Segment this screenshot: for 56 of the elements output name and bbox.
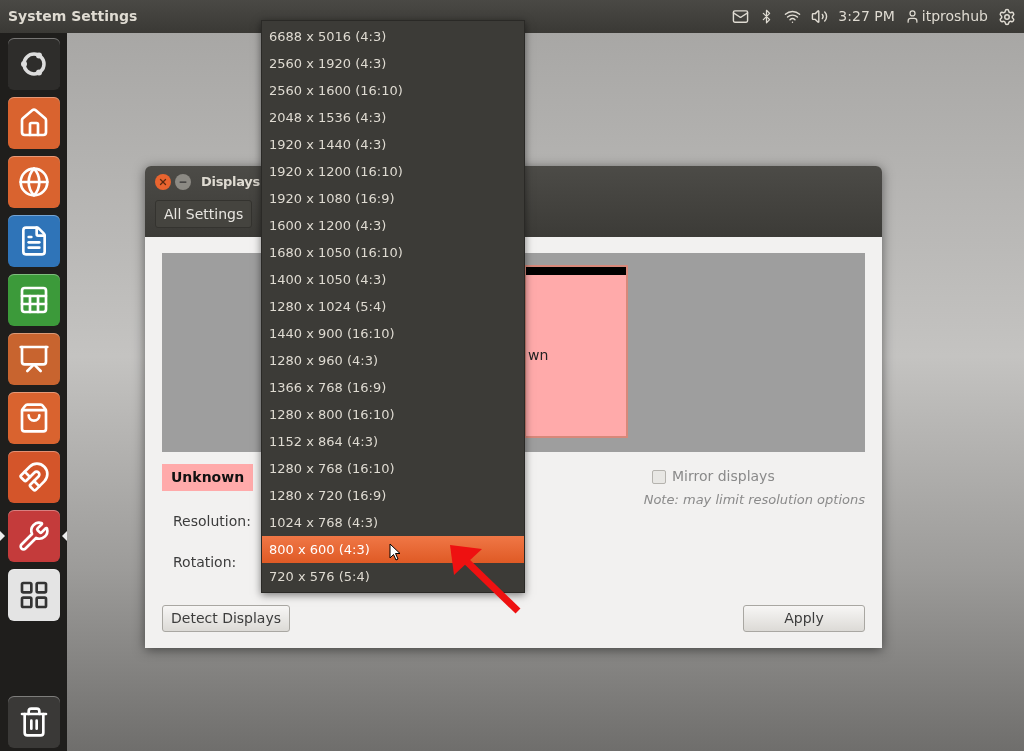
- magnet-icon[interactable]: [7, 450, 60, 503]
- resolution-option[interactable]: 1680 x 1050 (16:10): [262, 239, 524, 266]
- resolution-option[interactable]: 2560 x 1600 (16:10): [262, 77, 524, 104]
- app-title: System Settings: [8, 7, 138, 26]
- mail-icon[interactable]: [732, 8, 750, 25]
- monitor-preview[interactable]: wn: [524, 265, 628, 438]
- dash-logo-icon[interactable]: [7, 37, 60, 90]
- minimize-button[interactable]: [175, 174, 191, 190]
- pointer-arrow-drawing: [450, 545, 521, 614]
- resolution-option[interactable]: 1600 x 1200 (4:3): [262, 212, 524, 239]
- clock[interactable]: 3:27 PM: [838, 6, 895, 27]
- resolution-option[interactable]: 1280 x 960 (4:3): [262, 347, 524, 374]
- resolution-option[interactable]: 1280 x 800 (16:10): [262, 401, 524, 428]
- resolution-option[interactable]: 1440 x 900 (16:10): [262, 320, 524, 347]
- home-folder-icon[interactable]: [7, 96, 60, 149]
- rotation-label: Rotation:: [173, 553, 237, 572]
- resolution-option[interactable]: 720 x 576 (5:4): [262, 563, 524, 590]
- resolution-option[interactable]: 1280 x 1024 (5:4): [262, 293, 524, 320]
- resolution-option[interactable]: 2560 x 1920 (4:3): [262, 50, 524, 77]
- user-name[interactable]: itproshub: [921, 6, 988, 27]
- power-gear-icon[interactable]: [998, 7, 1016, 26]
- monitor-label: wn: [528, 346, 549, 365]
- globe-icon[interactable]: [7, 155, 60, 208]
- all-settings-button[interactable]: All Settings: [155, 200, 253, 228]
- resolution-option[interactable]: 1366 x 768 (16:9): [262, 374, 524, 401]
- resolution-option[interactable]: 1024 x 768 (4:3): [262, 509, 524, 536]
- resolution-label: Resolution:: [173, 512, 251, 531]
- resolution-option[interactable]: 1152 x 864 (4:3): [262, 428, 524, 455]
- document-icon[interactable]: [7, 214, 60, 267]
- resolution-option[interactable]: 1280 x 768 (16:10): [262, 455, 524, 482]
- resolution-option[interactable]: 1280 x 720 (16:9): [262, 482, 524, 509]
- mirror-checkbox[interactable]: [652, 469, 666, 484]
- display-name-label: Unknown: [162, 464, 254, 491]
- wifi-icon[interactable]: [784, 8, 802, 25]
- workspaces-icon[interactable]: [7, 568, 60, 621]
- mirror-note: Note: may limit resolution options: [643, 491, 865, 509]
- close-button[interactable]: [155, 174, 171, 190]
- presentation-icon[interactable]: [7, 332, 60, 385]
- window-title: Displays: [201, 173, 260, 192]
- wrench-icon[interactable]: [7, 509, 60, 562]
- mirror-label: Mirror displays: [672, 467, 775, 486]
- mouse-pointer-icon: [389, 543, 401, 561]
- detect-displays-button[interactable]: Detect Displays: [162, 605, 291, 632]
- resolution-option[interactable]: 1400 x 1050 (4:3): [262, 266, 524, 293]
- close-icon: [158, 177, 168, 187]
- resolution-option[interactable]: 1920 x 1440 (4:3): [262, 131, 524, 158]
- user-icon: [904, 9, 920, 24]
- apply-button[interactable]: Apply: [743, 605, 865, 632]
- volume-icon[interactable]: [811, 8, 829, 25]
- resolution-option[interactable]: 1920 x 1080 (16:9): [262, 185, 524, 212]
- shopping-bag-icon[interactable]: [7, 391, 60, 444]
- resolution-option[interactable]: 2048 x 1536 (4:3): [262, 104, 524, 131]
- spreadsheet-icon[interactable]: [7, 273, 60, 326]
- resolution-option[interactable]: 6688 x 5016 (4:3): [262, 23, 524, 50]
- trash-icon[interactable]: [7, 695, 60, 748]
- resolution-option[interactable]: 1920 x 1200 (16:10): [262, 158, 524, 185]
